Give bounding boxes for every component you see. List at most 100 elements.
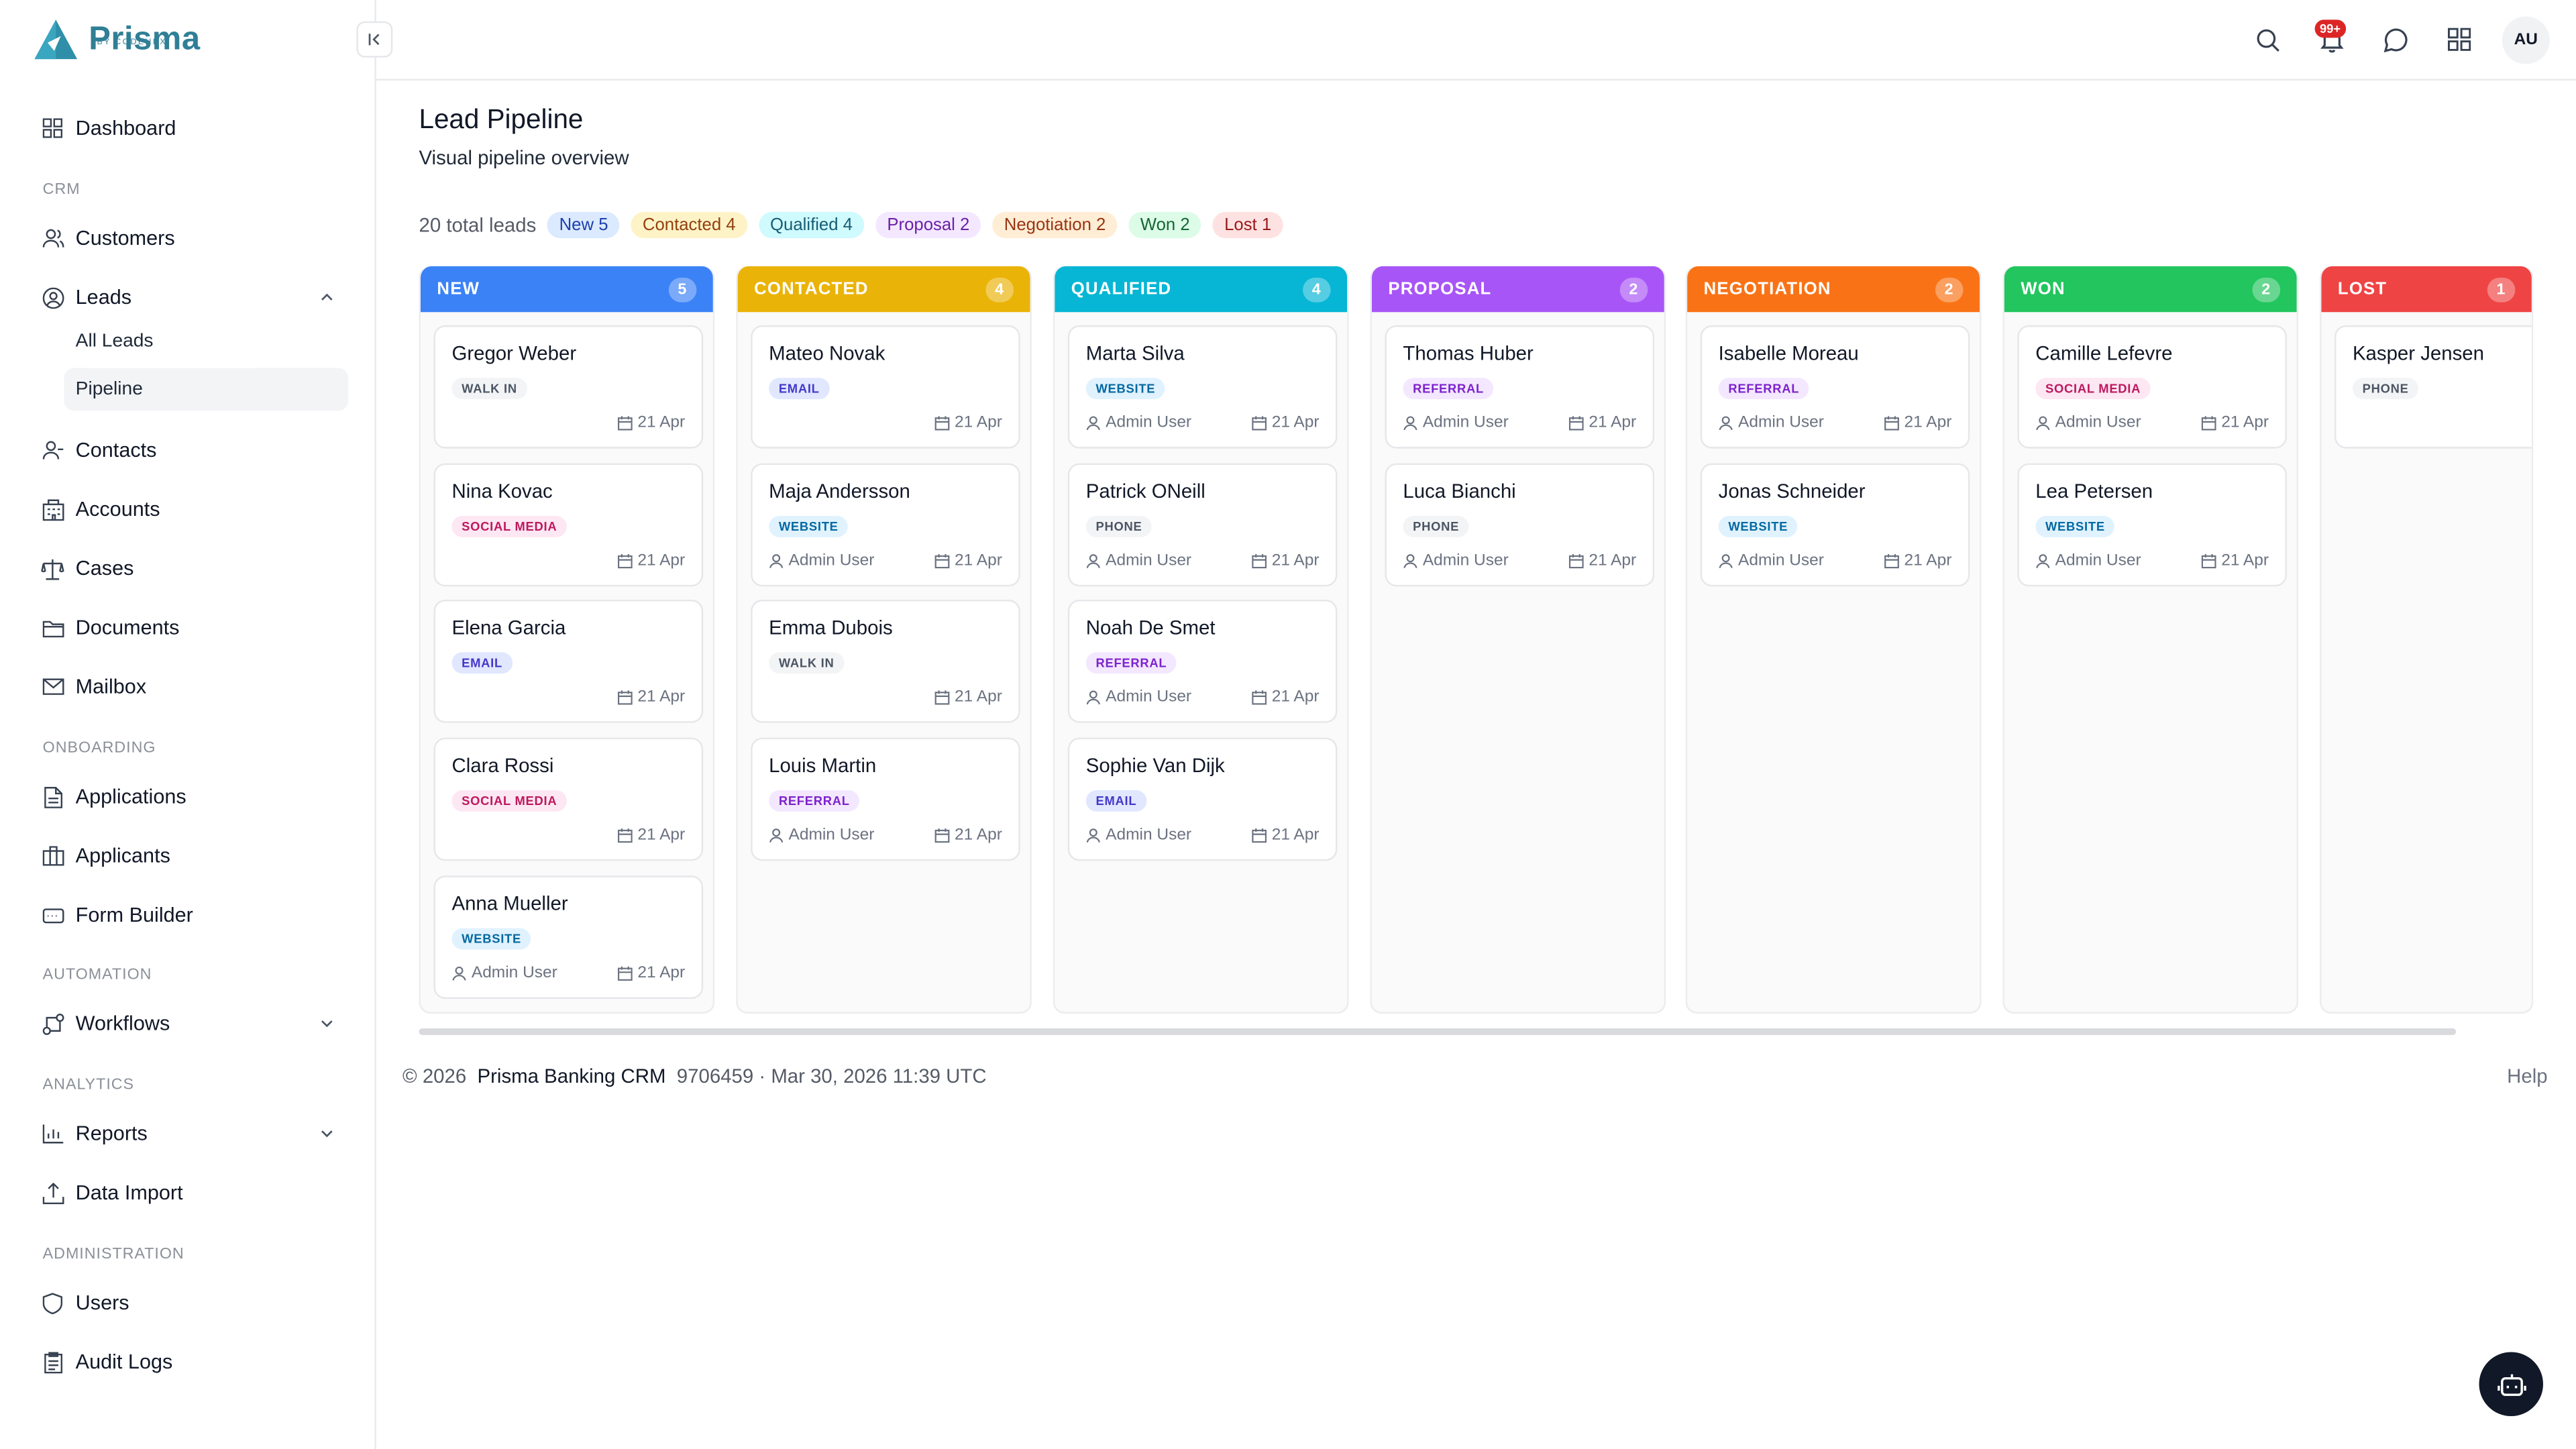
lead-source-tag: WALK IN [769,652,845,674]
nav-contacts[interactable]: Contacts [41,434,156,467]
nav-all-leads[interactable]: All Leads [64,321,349,364]
nav-data-import[interactable]: Data Import [41,1176,183,1209]
lead-owner: Admin User [1086,688,1191,706]
stage-pill[interactable]: New 5 [547,211,620,239]
stage-pill[interactable]: Contacted 4 [631,211,747,239]
lead-date-text: 21 Apr [955,688,1002,707]
calendar-icon [934,416,950,431]
dashboard-icon [41,117,64,140]
lead-date-text: 21 Apr [637,551,686,570]
lead-card[interactable]: Patrick ONeill PHONE Admin User 21 Apr [1067,463,1338,587]
lead-source-tag: REFERRAL [769,790,860,812]
nav-customers[interactable]: Customers [41,222,175,255]
lead-owner: Admin User [1403,552,1509,570]
calendar-icon [618,828,633,843]
lead-card[interactable]: Clara Rossi SOCIAL MEDIA 21 Apr [433,737,704,861]
lead-owner-name: Admin User [1106,826,1192,845]
column-count-badge: 5 [668,276,697,302]
nav-dashboard[interactable]: Dashboard [41,112,176,145]
lead-source-tag: WEBSITE [1718,515,1798,537]
nav-leads[interactable]: Leads [41,281,337,314]
board-horizontal-scrollbar[interactable] [419,1028,2457,1035]
collapse-sidebar-button[interactable] [356,21,393,58]
nav-dashboard-label: Dashboard [75,116,176,140]
nav-applications-label: Applications [75,785,186,808]
calendar-icon [934,554,950,569]
nav-cases[interactable]: Cases [41,552,133,585]
lead-owner-name: Admin User [788,826,875,845]
column-title: QUALIFIED [1071,279,1172,299]
lead-date: 21 Apr [618,826,685,845]
lead-card[interactable]: Marta Silva WEBSITE Admin User 21 Apr [1067,325,1338,449]
column-title: WON [2021,279,2065,299]
lead-name: Kasper Jensen [2352,341,2485,365]
lead-card[interactable]: Jonas Schneider WEBSITE Admin User 21 Apr [1700,463,1970,587]
lead-source-tag: WEBSITE [1085,378,1166,400]
stage-pill[interactable]: Lost 1 [1212,211,1283,239]
lead-card[interactable]: Thomas Huber REFERRAL Admin User 21 Apr [1385,325,1655,449]
user-icon [1086,416,1100,431]
chevron-down-icon[interactable] [319,1015,335,1031]
lead-source-tag: WEBSITE [451,928,531,950]
assistant-bot-button[interactable] [2479,1352,2544,1417]
lead-source-tag: SOCIAL MEDIA [451,515,568,537]
lead-owner: Admin User [769,826,874,845]
lead-card[interactable]: Emma Dubois WALK IN 21 Apr [751,599,1020,723]
search-button[interactable] [2253,25,2282,54]
stage-pill[interactable]: Qualified 4 [758,211,865,239]
column-header: PROPOSAL 2 [1371,266,1664,313]
nav-applications[interactable]: Applications [41,780,186,813]
nav-documents[interactable]: Documents [41,611,180,644]
calendar-icon [618,554,633,569]
apps-button[interactable] [2445,25,2474,54]
sidebar: Prisma BY CODEHEX Dashboard CRM Customer… [0,0,376,1449]
messages-button[interactable] [2381,25,2410,54]
lead-card[interactable]: Elena Garcia EMAIL 21 Apr [433,599,704,723]
lead-card[interactable]: Luca Bianchi PHONE Admin User 21 Apr [1385,463,1655,587]
lead-card[interactable]: Kasper Jensen PHONE [2334,325,2532,449]
lead-card[interactable]: Noah De Smet REFERRAL Admin User 21 Apr [1067,599,1338,723]
lead-card[interactable]: Isabelle Moreau REFERRAL Admin User 21 Apr [1700,325,1970,449]
user-icon [769,554,784,568]
lead-owner-name: Admin User [1106,688,1192,707]
nav-workflows[interactable]: Workflows [41,1007,170,1040]
user-avatar[interactable]: AU [2502,16,2550,64]
bar-chart-icon [41,1122,64,1145]
nav-mailbox[interactable]: Mailbox [41,670,146,703]
nav-applicants[interactable]: Applicants [41,839,170,872]
lead-source-tag: EMAIL [769,378,830,400]
lead-date-text: 21 Apr [1904,414,1952,433]
lead-card[interactable]: Nina Kovac SOCIAL MEDIA 21 Apr [433,463,704,587]
nav-users[interactable]: Users [41,1287,129,1320]
lead-source-tag: EMAIL [451,652,513,674]
lead-card[interactable]: Lea Petersen WEBSITE Admin User 21 Apr [2017,463,2287,587]
lead-date-text: 21 Apr [1589,414,1637,433]
lead-source-tag: PHONE [2352,378,2419,400]
stage-pill[interactable]: Negotiation 2 [992,211,1118,239]
user-check-icon [41,439,64,462]
lead-card[interactable]: Anna Mueller WEBSITE Admin User 21 Apr [433,875,704,999]
nav-applicants-label: Applicants [75,844,170,868]
lead-card[interactable]: Gregor Weber WALK IN 21 Apr [433,325,704,449]
chevron-up-icon[interactable] [319,289,335,305]
lead-card[interactable]: Maja Andersson WEBSITE Admin User 21 Apr [751,463,1020,587]
notification-count-badge: 99+ [2314,19,2346,38]
lead-card[interactable]: Camille Lefevre SOCIAL MEDIA Admin User 21 … [2017,325,2287,449]
lead-owner-name: Admin User [2055,414,2141,433]
lead-owner: Admin User [1719,414,1824,432]
nav-accounts[interactable]: Accounts [41,493,160,526]
nav-reports[interactable]: Reports [41,1117,148,1150]
nav-audit-logs[interactable]: Audit Logs [41,1346,172,1379]
stage-pill[interactable]: Proposal 2 [875,211,981,239]
chevron-down-icon[interactable] [319,1126,335,1142]
lead-card[interactable]: Mateo Novak EMAIL 21 Apr [751,325,1020,449]
column-count-badge: 2 [1935,276,1964,302]
nav-pipeline[interactable]: Pipeline [64,368,349,411]
stage-pill[interactable]: Won 2 [1128,211,1201,239]
lead-card[interactable]: Louis Martin REFERRAL Admin User 21 Apr [751,737,1020,861]
lead-card[interactable]: Sophie Van Dijk EMAIL Admin User 21 Apr [1067,737,1338,861]
help-link[interactable]: Help [2507,1065,2547,1087]
nav-form-builder[interactable]: Form Builder [41,899,193,932]
lead-source-tag: PHONE [1403,515,1469,537]
section-automation: AUTOMATION [42,966,152,984]
